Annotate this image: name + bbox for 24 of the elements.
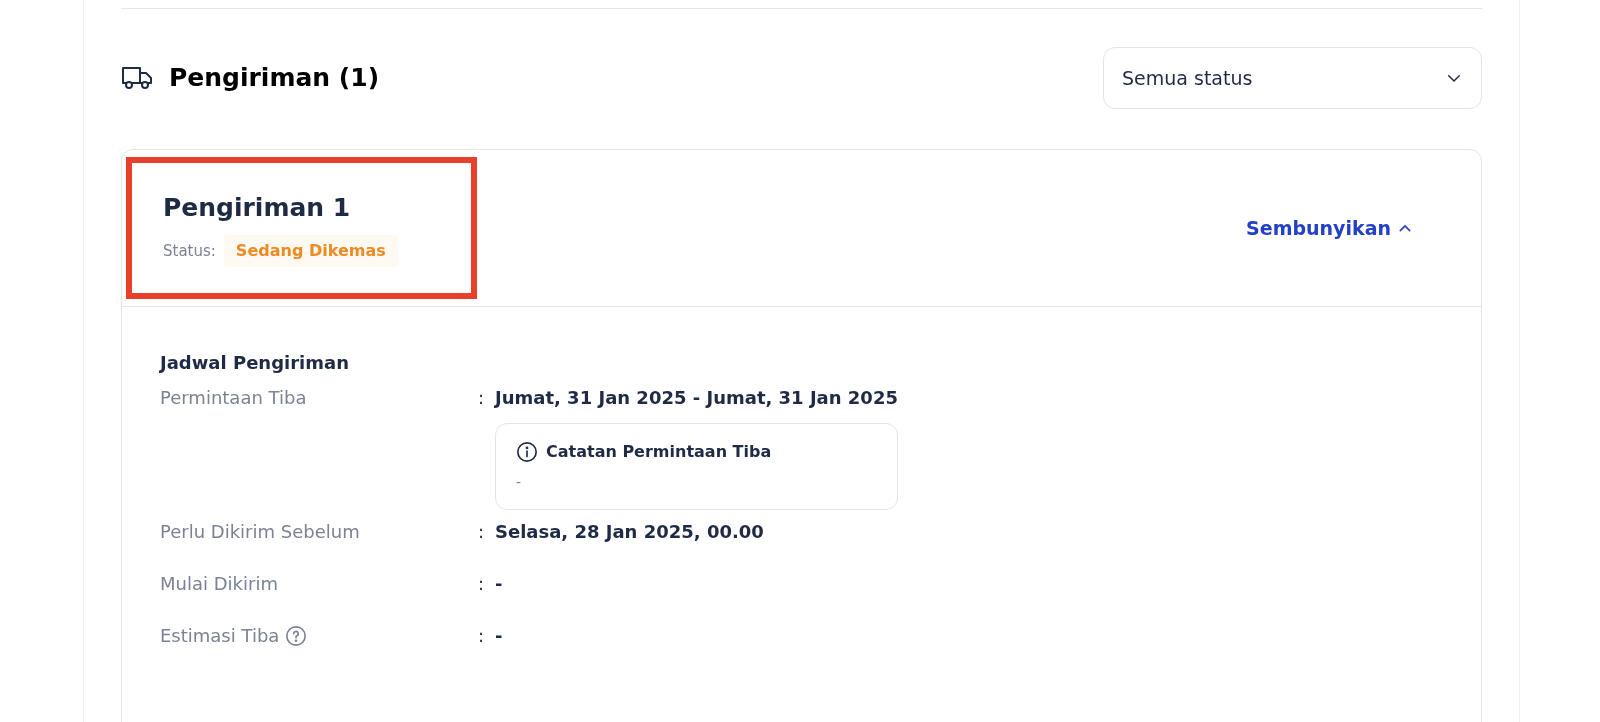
colon: : xyxy=(478,386,486,410)
field-value: - xyxy=(495,624,503,648)
field-label: Mulai Dikirim xyxy=(160,572,278,596)
section-title: Pengiriman (1) xyxy=(169,62,380,95)
help-icon[interactable] xyxy=(285,624,308,647)
status-dropdown[interactable]: Semua status xyxy=(1103,47,1482,109)
field-label: Perlu Dikirim Sebelum xyxy=(160,520,360,544)
field-label: Permintaan Tiba xyxy=(160,386,307,410)
field-label: Estimasi Tiba xyxy=(160,624,280,648)
field-value: Jumat, 31 Jan 2025 - Jumat, 31 Jan 2025 xyxy=(495,386,898,410)
status-badge: Sedang Dikemas xyxy=(223,234,398,267)
colon: : xyxy=(478,624,486,648)
truck-icon xyxy=(121,64,153,92)
field-value: Selasa, 28 Jan 2025, 00.00 xyxy=(495,520,764,544)
schedule-title: Jadwal Pengiriman xyxy=(160,351,350,375)
info-icon xyxy=(516,441,538,463)
colon: : xyxy=(478,572,486,596)
field-value: - xyxy=(495,572,503,596)
note-text: - xyxy=(516,473,523,492)
note-title: Catatan Permintaan Tiba xyxy=(546,441,772,463)
status-label: Status: xyxy=(163,240,216,262)
shipment-title: Pengiriman 1 xyxy=(163,192,352,225)
hide-toggle[interactable]: Sembunyikan xyxy=(1246,213,1413,243)
colon: : xyxy=(478,520,486,544)
